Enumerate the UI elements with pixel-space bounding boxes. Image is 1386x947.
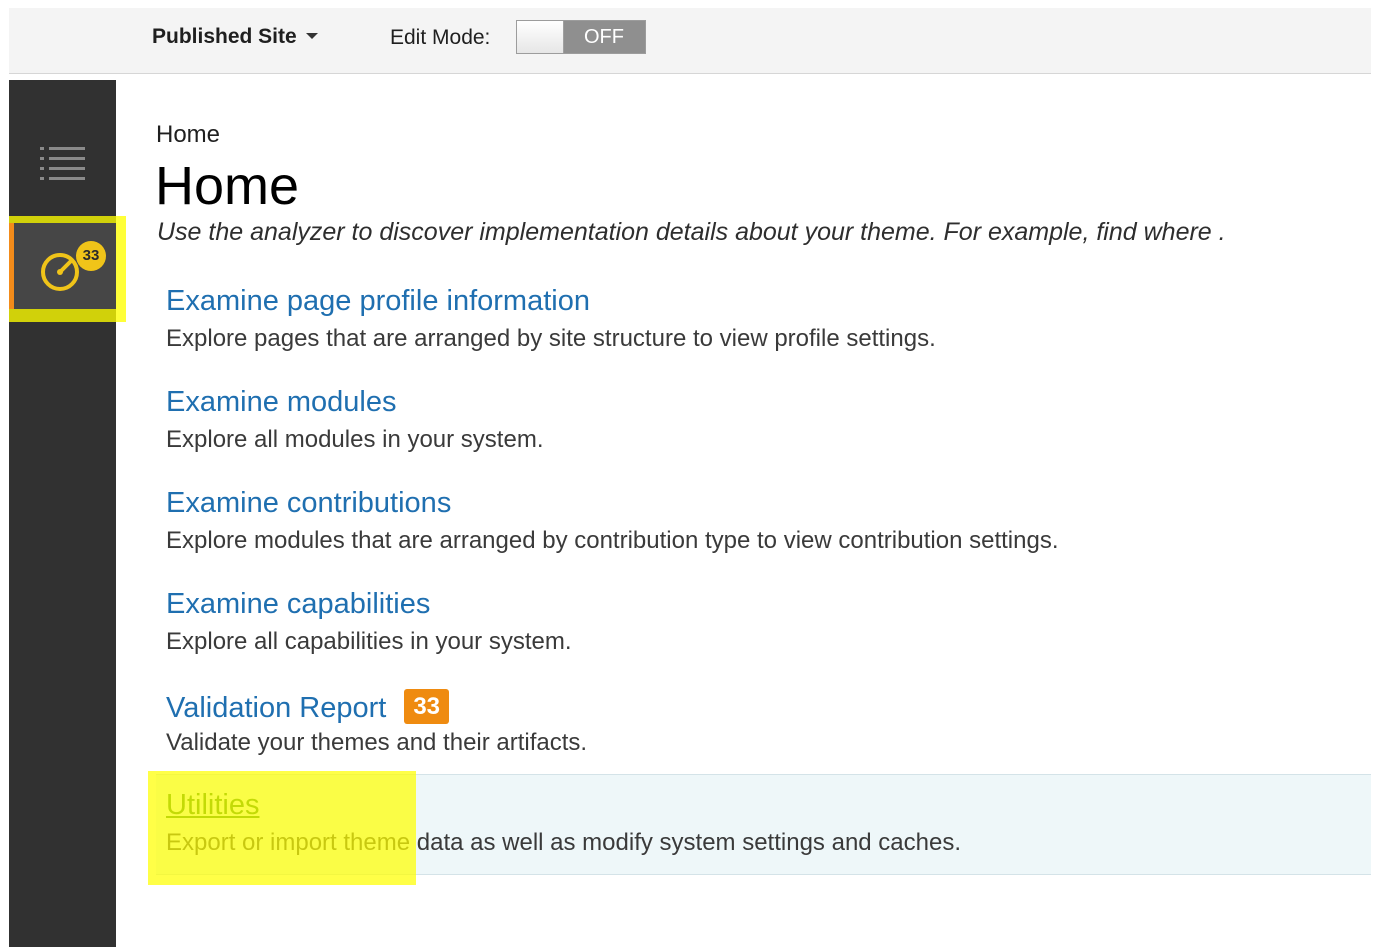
section-description: Explore all capabilities in your system. [166, 628, 572, 655]
section-contributions: Examine contributions Explore modules th… [156, 482, 1371, 572]
section-modules: Examine modules Explore all modules in y… [156, 381, 1371, 471]
section-utilities: Utilities Export or import theme data as… [156, 774, 1371, 875]
caret-down-icon [305, 33, 318, 39]
toggle-knob[interactable] [517, 21, 564, 53]
section-description: Validate your themes and their artifacts… [166, 729, 588, 756]
examine-contributions-link[interactable]: Examine contributions [166, 487, 451, 520]
section-description: Explore all modules in your system. [166, 426, 544, 453]
section-description: Export or import theme data as well as m… [166, 829, 962, 856]
toggle-state-text: OFF [584, 26, 624, 48]
breadcrumb[interactable]: Home [156, 121, 220, 149]
sidebar-item-analyzer[interactable]: 33 [9, 223, 116, 309]
section-description: Explore modules that are arranged by con… [166, 527, 1059, 554]
validation-report-label: Validation Report [166, 692, 387, 724]
analyzer-count-badge: 33 [76, 241, 106, 271]
validation-count-badge: 33 [404, 689, 450, 724]
examine-modules-link[interactable]: Examine modules [166, 386, 397, 419]
top-toolbar: Published Site Edit Mode: OFF [9, 8, 1371, 74]
page-subtitle: Use the analyzer to discover implementat… [157, 218, 1226, 246]
edit-mode-toggle[interactable]: OFF [516, 20, 646, 54]
edit-mode-label: Edit Mode: [390, 26, 491, 49]
section-validation-report: Validation Report 33 Validate your themes… [156, 684, 1371, 774]
sidebar-overlay: 33 [9, 80, 116, 947]
examine-capabilities-link[interactable]: Examine capabilities [166, 588, 430, 621]
section-description: Explore pages that are arranged by site … [166, 325, 936, 352]
examine-page-profile-link[interactable]: Examine page profile information [166, 285, 590, 318]
page-title: Home [155, 156, 300, 216]
section-capabilities: Examine capabilities Explore all capabil… [156, 583, 1371, 673]
validation-report-link[interactable]: Validation Report 33 [166, 689, 450, 725]
published-site-dropdown[interactable]: Published Site [152, 25, 318, 49]
site-menu-label: Published Site [152, 25, 297, 48]
section-page-profile: Examine page profile information Explore… [156, 280, 1371, 370]
utilities-link[interactable]: Utilities [166, 789, 259, 822]
